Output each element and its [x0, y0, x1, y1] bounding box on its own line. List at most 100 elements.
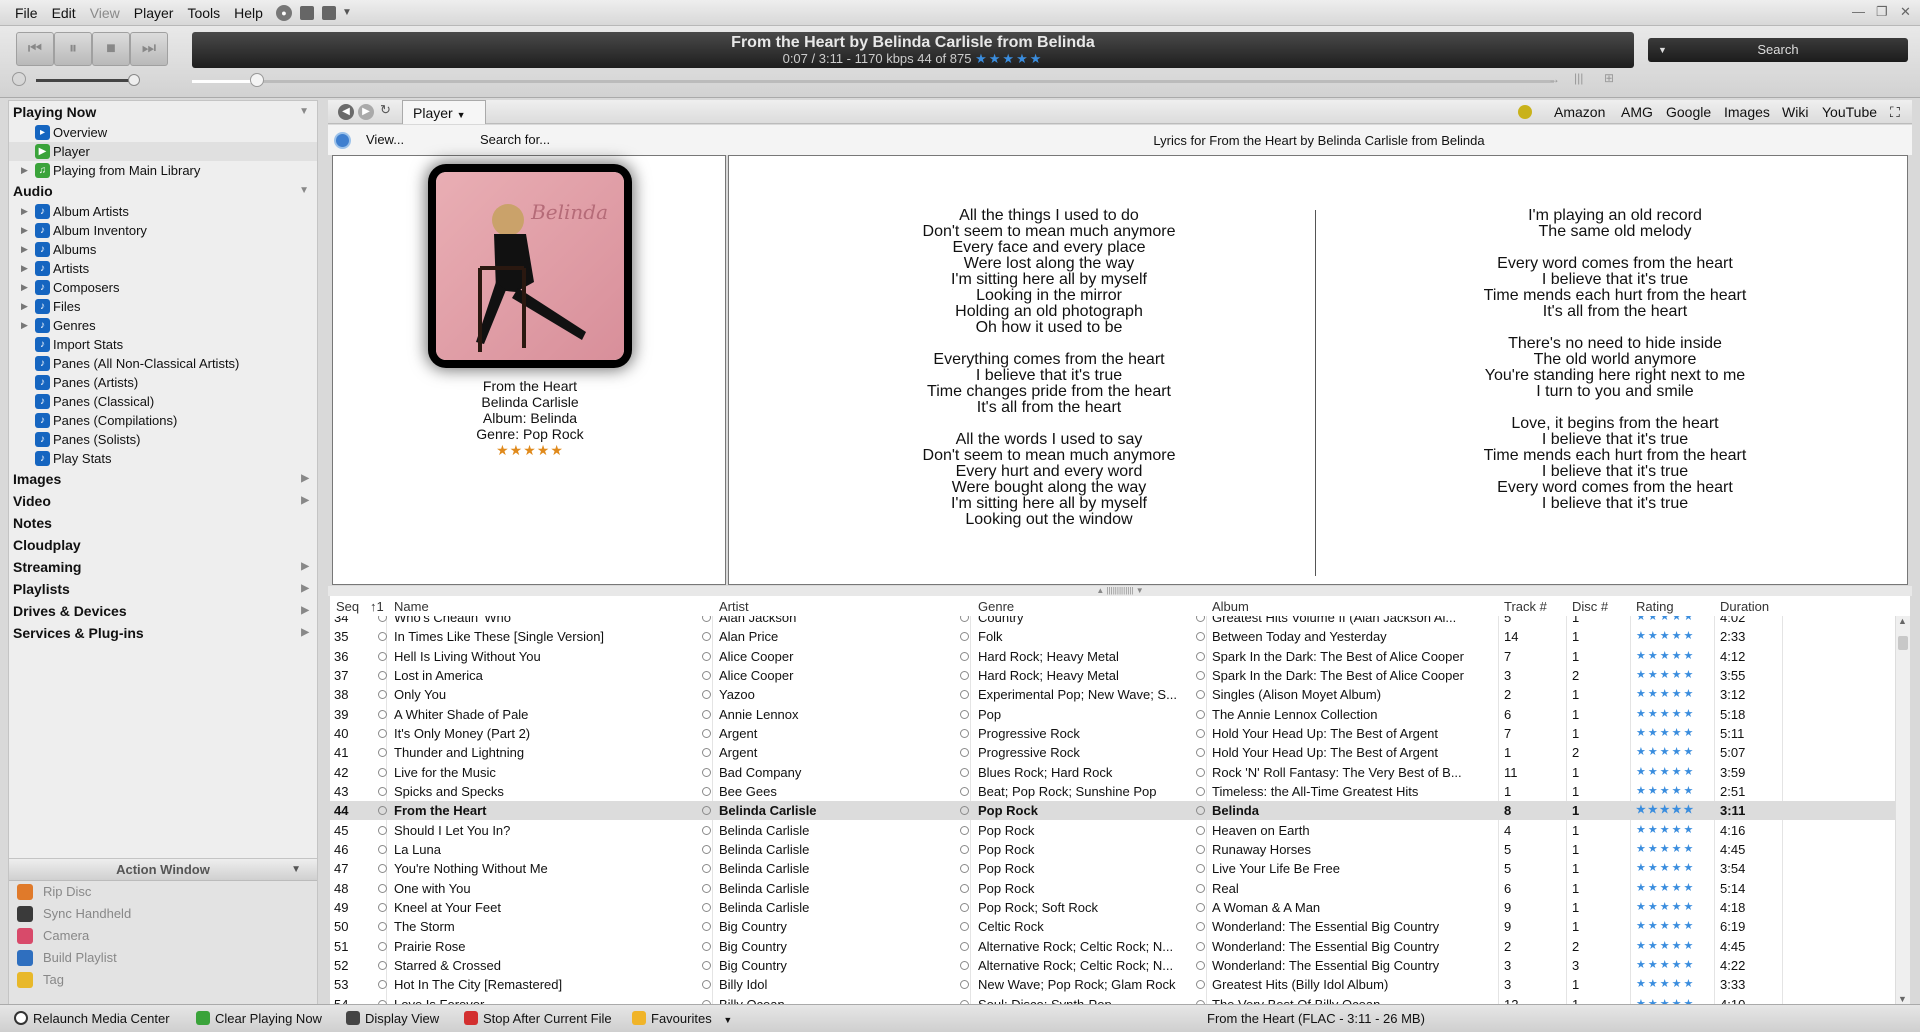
previous-button[interactable]: ⏮ — [16, 32, 54, 66]
row-link-icon[interactable] — [378, 844, 387, 854]
cell-rating[interactable]: ★★★★★ — [1636, 821, 1712, 840]
tree-video[interactable]: Video ▶ — [9, 490, 317, 512]
volume-handle[interactable] — [128, 74, 140, 86]
tree-streaming[interactable]: Streaming ▶ — [9, 556, 317, 578]
cell-rating[interactable]: ★★★★★ — [1636, 840, 1712, 859]
sort-indicator[interactable]: ↑1 — [370, 599, 384, 614]
menu-player[interactable]: Player — [127, 0, 181, 26]
row-link-icon[interactable] — [378, 980, 387, 990]
cell-rating[interactable]: ★★★★★ — [1636, 859, 1712, 878]
fullscreen-icon[interactable]: ⛶ — [1890, 100, 1900, 124]
action-tag[interactable]: Tag — [9, 969, 317, 991]
chevron-right-icon[interactable]: ▶ — [301, 556, 309, 578]
chevron-down-icon[interactable]: ▼ — [291, 859, 301, 881]
expand-icon[interactable]: ▶ — [21, 278, 28, 297]
col-track[interactable]: Track # — [1504, 599, 1547, 614]
tree-notes[interactable]: Notes — [9, 512, 317, 534]
scroll-down-icon[interactable]: ▼ — [1898, 994, 1907, 1004]
table-row[interactable]: 39 A Whiter Shade of Pale Annie Lennox Pop T… — [330, 705, 1895, 724]
equalizer-icon[interactable]: ||| — [1574, 71, 1583, 85]
cell-rating[interactable]: ★★★★★ — [1636, 616, 1712, 627]
stop-icon[interactable] — [299, 5, 314, 20]
chevron-right-icon[interactable]: ▶ — [301, 490, 309, 512]
chevron-down-icon[interactable]: ▼ — [457, 110, 466, 120]
next-button[interactable]: ⏭ — [130, 32, 168, 66]
col-name[interactable]: Name — [394, 599, 429, 614]
table-row[interactable]: 34 Who's Cheatin' Who Alan Jackson Country G… — [330, 616, 1895, 627]
tree-drives-devices[interactable]: Drives & Devices ▶ — [9, 600, 317, 622]
tree-audio[interactable]: Audio ▼ — [9, 180, 317, 202]
cell-rating[interactable]: ★★★★★ — [1636, 956, 1712, 975]
tree-item-album-artists[interactable]: ▶ ♪ Album Artists — [9, 202, 317, 221]
table-row[interactable]: 38 Only You Yazoo Experimental Pop; New Wav… — [330, 685, 1895, 704]
tree-images[interactable]: Images ▶ — [9, 468, 317, 490]
cell-rating[interactable]: ★★★★★ — [1636, 995, 1712, 1004]
cell-rating[interactable]: ★★★★★ — [1636, 782, 1712, 801]
link-images[interactable]: Images — [1724, 100, 1770, 124]
row-link-icon[interactable] — [378, 690, 387, 700]
chevron-down-icon[interactable]: ▼ — [723, 1015, 732, 1025]
globe-icon[interactable]: ● — [275, 4, 292, 21]
clear-playing-now-button[interactable]: Clear Playing Now — [196, 1005, 322, 1032]
cell-rating[interactable]: ★★★★★ — [1636, 724, 1712, 743]
position-handle[interactable] — [250, 73, 264, 87]
table-row[interactable]: 53 Hot In The City [Remastered] Billy Idol… — [330, 975, 1895, 994]
col-duration[interactable]: Duration — [1720, 599, 1769, 614]
tree-item-play-stats[interactable]: ♪ Play Stats — [9, 449, 317, 468]
table-row[interactable]: 36 Hell Is Living Without You Alice Cooper… — [330, 647, 1895, 666]
col-seq[interactable]: Seq — [336, 599, 359, 614]
expand-icon[interactable]: ▶ — [21, 259, 28, 278]
dsp-icon[interactable]: ⊞ — [1604, 71, 1614, 85]
pause-button[interactable]: ⏸ — [54, 32, 92, 66]
cell-rating[interactable]: ★★★★★ — [1636, 666, 1712, 685]
tree-item-panes-artists[interactable]: ♪ Panes (Artists) — [9, 373, 317, 392]
col-disc[interactable]: Disc # — [1572, 599, 1608, 614]
view-menu[interactable]: View... — [366, 132, 404, 147]
col-album[interactable]: Album — [1212, 599, 1249, 614]
menu-help[interactable]: Help — [227, 0, 270, 26]
tree-item-composers[interactable]: ▶ ♪ Composers — [9, 278, 317, 297]
table-row[interactable]: 50 The Storm Big Country Celtic Rock Wonderl… — [330, 917, 1895, 936]
scroll-up-icon[interactable]: ▲ — [1898, 616, 1907, 626]
tree-item-files[interactable]: ▶ ♪ Files — [9, 297, 317, 316]
tree-item-panes-classical[interactable]: ♪ Panes (Classical) — [9, 392, 317, 411]
favourites-button[interactable]: Favourites ▼ — [632, 1005, 732, 1032]
position-slider[interactable] — [192, 80, 1554, 83]
col-rating[interactable]: Rating — [1636, 599, 1674, 614]
expand-icon[interactable]: ▶ — [21, 240, 28, 259]
row-link-icon[interactable] — [378, 651, 387, 661]
chevron-down-icon[interactable]: ▼ — [299, 180, 309, 202]
row-link-icon[interactable] — [378, 960, 387, 970]
menu-tools[interactable]: Tools — [180, 0, 227, 26]
table-row[interactable]: 52 Starred & Crossed Big Country Alternativ… — [330, 956, 1895, 975]
cell-rating[interactable]: ★★★★★ — [1636, 917, 1712, 936]
scroll-thumb[interactable] — [1898, 636, 1908, 650]
chevron-right-icon[interactable]: ▶ — [301, 468, 309, 490]
tree-cloudplay[interactable]: Cloudplay — [9, 534, 317, 556]
row-link-icon[interactable] — [378, 902, 387, 912]
row-link-icon[interactable] — [378, 883, 387, 893]
np-rating[interactable]: ★★★★★ — [333, 442, 727, 458]
table-row[interactable]: 54 Love Is Forever Billy Ocean Soul; Disco;… — [330, 995, 1895, 1004]
action-build-playlist[interactable]: Build Playlist — [9, 947, 317, 969]
chevron-right-icon[interactable]: ▶ — [301, 578, 309, 600]
tree-item-panes-solists[interactable]: ♪ Panes (Solists) — [9, 430, 317, 449]
cell-rating[interactable]: ★★★★★ — [1636, 975, 1712, 994]
row-link-icon[interactable] — [378, 632, 387, 642]
tree-playing-now[interactable]: Playing Now ▼ — [9, 101, 317, 123]
link-amazon[interactable]: Amazon — [1554, 100, 1605, 124]
table-row[interactable]: 49 Kneel at Your Feet Belinda Carlisle Pop … — [330, 898, 1895, 917]
table-row[interactable]: 45 Should I Let You In? Belinda Carlisle Po… — [330, 821, 1895, 840]
relaunch-button[interactable]: Relaunch Media Center — [14, 1005, 170, 1032]
table-row[interactable]: 41 Thunder and Lightning Argent Progressive… — [330, 743, 1895, 762]
cell-rating[interactable]: ★★★★★ — [1636, 627, 1712, 646]
tree-item-albums[interactable]: ▶ ♪ Albums — [9, 240, 317, 259]
link-amg[interactable]: AMG — [1621, 100, 1653, 124]
cell-rating[interactable]: ★★★★★ — [1636, 647, 1712, 666]
col-genre[interactable]: Genre — [978, 599, 1014, 614]
link-wiki[interactable]: Wiki — [1782, 100, 1808, 124]
action-window-header[interactable]: Action Window ▼ — [9, 859, 317, 881]
tree-item-player[interactable]: ▶ Player — [9, 142, 317, 161]
row-link-icon[interactable] — [378, 670, 387, 680]
expand-icon[interactable]: ▶ — [21, 297, 28, 316]
